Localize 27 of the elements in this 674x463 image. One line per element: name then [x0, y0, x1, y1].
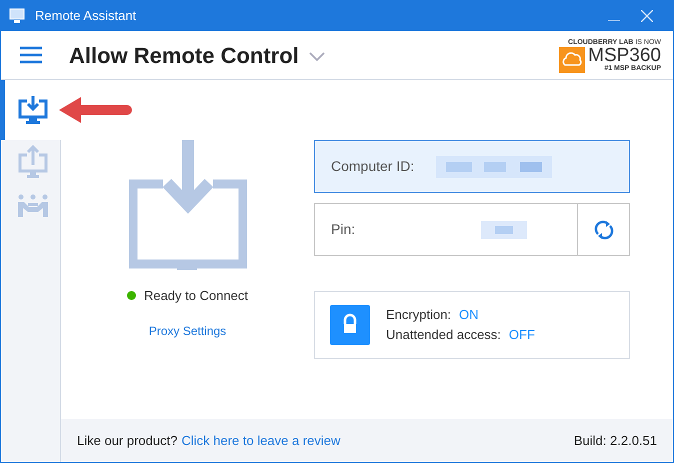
security-label: Encryption: [386, 306, 452, 324]
blurred-value-icon [436, 156, 552, 178]
upload-monitor-icon [18, 145, 48, 179]
security-value: OFF [508, 326, 535, 344]
window-title: Remote Assistant [35, 7, 136, 26]
page-title: Allow Remote Control [69, 42, 299, 70]
computer-id-label: Computer ID: [331, 157, 414, 176]
footer-prompt: Like our product? [77, 432, 178, 450]
chevron-down-icon[interactable] [308, 52, 325, 62]
build-version: Build: 2.2.0.51 [574, 432, 657, 450]
menu-icon [20, 46, 42, 64]
cloud-logo-icon [559, 46, 586, 72]
security-value: ON [459, 306, 479, 324]
close-icon [641, 10, 653, 22]
blurred-value-icon [481, 220, 528, 238]
proxy-settings-link[interactable]: Proxy Settings [148, 322, 226, 340]
logo-brand: MSP360 [588, 46, 661, 64]
minimize-icon [608, 20, 620, 22]
people-icon [18, 194, 48, 218]
pin-label: Pin: [330, 220, 356, 239]
status-text: Ready to Connect [144, 287, 248, 305]
security-label: Unattended access: [386, 326, 501, 344]
download-monitor-icon [17, 95, 49, 125]
refresh-icon [594, 220, 614, 240]
lock-icon [330, 305, 370, 345]
review-link[interactable]: Click here to leave a review [181, 430, 340, 450]
app-icon [9, 8, 25, 24]
